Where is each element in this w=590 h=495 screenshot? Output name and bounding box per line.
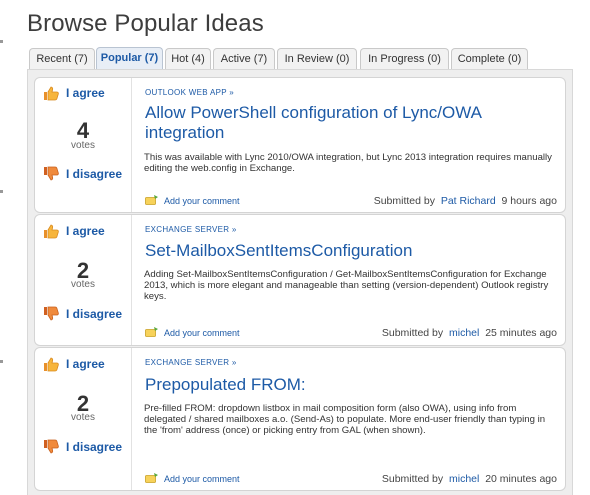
idea-card: I agree 2 votes I disagree EXCHANGE SERV…	[34, 347, 566, 491]
idea-description: This was available with Lync 2010/OWA in…	[144, 152, 552, 174]
vote-column: I agree 2 votes I disagree	[35, 215, 132, 345]
votes-label: votes	[71, 140, 95, 151]
vote-column: I agree 2 votes I disagree	[35, 348, 132, 490]
idea-description: Adding Set-MailboxSentItemsConfiguration…	[144, 269, 549, 302]
votes-label: votes	[71, 412, 95, 423]
submitted-prefix: Submitted by	[381, 473, 444, 485]
agree-label: I agree	[66, 224, 105, 238]
submitted-time: 25 minutes ago	[485, 327, 557, 339]
author-link[interactable]: michel	[449, 327, 479, 339]
page-title: Browse Popular Ideas	[27, 10, 264, 37]
submitted-time: 20 minutes ago	[485, 473, 557, 485]
thumbs-down-icon	[44, 306, 59, 321]
disagree-label: I disagree	[66, 440, 123, 454]
idea-card: I agree 4 votes I disagree OUTLOOK WEB A…	[34, 77, 566, 213]
submitted-time: 9 hours ago	[501, 195, 557, 207]
agree-label: I agree	[66, 357, 105, 371]
author-link[interactable]: Pat Richard	[441, 195, 496, 207]
tab-hot[interactable]: Hot (4)	[165, 48, 211, 69]
thumbs-up-icon	[44, 357, 59, 372]
idea-category-link[interactable]: OUTLOOK WEB APP »	[145, 88, 234, 97]
submitted-info: Submitted by michel 25 minutes ago	[382, 327, 557, 339]
tab-active[interactable]: Active (7)	[213, 48, 275, 69]
add-comment-label: Add your comment	[164, 196, 240, 206]
submitted-prefix: Submitted by	[373, 195, 435, 207]
tab-complete[interactable]: Complete (0)	[451, 48, 528, 69]
tab-in-review[interactable]: In Review (0)	[277, 48, 357, 69]
idea-category-link[interactable]: EXCHANGE SERVER »	[145, 225, 237, 234]
idea-card: I agree 2 votes I disagree EXCHANGE SERV…	[34, 214, 566, 346]
disagree-label: I disagree	[66, 307, 123, 321]
votes-label: votes	[71, 279, 95, 290]
tab-recent[interactable]: Recent (7)	[29, 48, 95, 69]
thumbs-down-icon	[44, 166, 59, 181]
margin-dot	[0, 190, 3, 193]
tab-popular[interactable]: Popular (7)	[96, 47, 163, 70]
submitted-info: Submitted by michel 20 minutes ago	[382, 473, 557, 485]
tab-in-progress[interactable]: In Progress (0)	[360, 48, 449, 69]
thumbs-down-icon	[44, 439, 59, 454]
idea-title-link[interactable]: Allow PowerShell configuration of Lync/O…	[145, 103, 545, 143]
idea-title-link[interactable]: Set-MailboxSentItemsConfiguration	[145, 241, 545, 261]
submitted-info: Submitted by Pat Richard 9 hours ago	[374, 195, 557, 207]
idea-category-link[interactable]: EXCHANGE SERVER »	[145, 358, 237, 367]
comment-icon	[145, 195, 158, 205]
vote-column: I agree 4 votes I disagree	[35, 78, 132, 212]
idea-title-link[interactable]: Prepopulated FROM:	[145, 375, 545, 395]
thumbs-up-icon	[44, 86, 59, 101]
comment-icon	[145, 327, 158, 337]
disagree-label: I disagree	[66, 167, 123, 181]
vote-count: 4	[76, 118, 90, 143]
submitted-prefix: Submitted by	[381, 327, 444, 339]
comment-icon	[145, 473, 158, 483]
margin-dot	[0, 360, 3, 363]
add-comment-label: Add your comment	[164, 328, 240, 338]
agree-label: I agree	[66, 86, 105, 100]
margin-dot	[0, 40, 3, 43]
add-comment-label: Add your comment	[164, 474, 240, 484]
author-link[interactable]: michel	[449, 473, 479, 485]
idea-description: Pre-filled FROM: dropdown listbox in mai…	[144, 403, 546, 436]
thumbs-up-icon	[44, 224, 59, 239]
